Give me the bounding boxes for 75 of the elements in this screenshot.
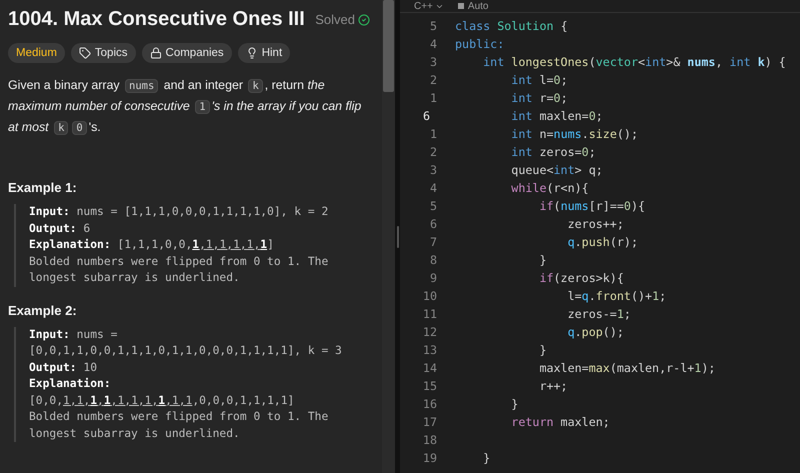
code-line: zeros-=1; <box>566 307 631 321</box>
code-line: int longestOnes(vector<int>& nums, int k) { <box>482 55 786 69</box>
code-line: class Solution { <box>455 19 568 33</box>
code-line: int maxlen=0; <box>510 109 603 123</box>
code-line: int l=0; <box>510 73 568 87</box>
status-label: Solved <box>315 12 355 27</box>
code-line: } <box>538 343 546 357</box>
code-line: int r=0; <box>510 91 568 105</box>
example-text: Output: 10 <box>29 360 98 376</box>
mode-label: Auto <box>468 0 488 12</box>
lightbulb-icon <box>246 47 258 59</box>
code-line: q.pop(); <box>566 325 624 339</box>
code-line: int zeros=0; <box>510 145 596 159</box>
code-line: while(r<n){ <box>510 181 589 195</box>
tag-button[interactable]: Hint <box>238 43 290 63</box>
line-number: 13 <box>422 343 437 357</box>
problem-title: 1004. Max Consecutive Ones III <box>8 8 305 31</box>
line-number: 5 <box>430 19 437 33</box>
code-line: queue<int> q; <box>510 163 603 177</box>
resize-handle[interactable] <box>396 226 398 248</box>
line-number: 1 <box>430 91 437 105</box>
line-number: 2 <box>430 145 437 159</box>
code-line: zeros++; <box>566 217 624 231</box>
code-line: if(zeros>k){ <box>538 271 624 285</box>
line-number: 3 <box>430 55 437 69</box>
example-heading: Example 1: <box>8 180 78 195</box>
line-number: 17 <box>422 415 437 429</box>
line-number: 12 <box>422 325 437 339</box>
line-number: 11 <box>422 307 437 321</box>
tag-icon <box>78 47 91 59</box>
language-dropdown[interactable]: C++ <box>414 0 444 12</box>
line-number: 14 <box>422 361 437 375</box>
example-text: Input: nums = [1,1,1,0,0,0,1,1,1,1,0], k = 2 <box>29 204 330 220</box>
tag-button[interactable]: Topics <box>70 43 136 63</box>
code-line: maxlen=max(maxlen,r-l+1); <box>538 361 716 375</box>
code-line: q.push(r); <box>566 235 638 249</box>
line-number: 7 <box>430 235 437 249</box>
example-text: Output: 6 <box>29 220 92 236</box>
tag-button[interactable]: Companies <box>142 43 232 63</box>
code-line: if(nums[r]==0){ <box>538 199 646 213</box>
line-number: 10 <box>422 289 437 303</box>
code-line: } <box>538 253 546 267</box>
lock-icon <box>150 47 162 59</box>
code-line: r++; <box>538 379 568 393</box>
line-number: 18 <box>422 433 437 447</box>
line-number: 6 <box>423 109 430 123</box>
check-circle-icon <box>358 14 370 26</box>
example-text: Explanation: [0,0,1,1,1,1,1,1,1,1,1,1,0,0,0,1,1,1,1] <box>29 376 296 408</box>
line-number: 16 <box>422 397 437 411</box>
line-number: 6 <box>430 217 437 231</box>
scrollbar-thumb[interactable] <box>383 0 394 92</box>
line-number: 5 <box>430 199 437 213</box>
line-number: 4 <box>430 37 437 51</box>
line-number: 19 <box>422 451 437 465</box>
line-number: 4 <box>430 181 437 195</box>
code-line: int n=nums.size(); <box>510 127 638 141</box>
code-line: public: <box>455 37 504 51</box>
code-line: } <box>482 451 490 465</box>
example-text: Bolded numbers were flipped from 0 to 1. The longest subarray is underlined. <box>29 254 330 286</box>
square-icon <box>458 3 464 9</box>
example-heading: Example 2: <box>8 302 78 318</box>
example-text: Explanation: [1,1,1,0,0,1,1,1,1,1,1] <box>29 237 275 253</box>
difficulty-label: Medium <box>8 43 65 63</box>
code-line: } <box>510 397 518 411</box>
problem-description: Given a binary array nums and an integer k , return the maximum number of consecutive 1 's in the array if you can flip at most k 0 's. <box>8 77 362 137</box>
line-number: 1 <box>430 127 437 141</box>
code-line: return maxlen; <box>510 415 610 429</box>
line-number: 9 <box>430 271 437 285</box>
example-text: Input: nums = [0,0,1,1,0,0,1,1,1,0,1,1,0,0,0,1,1,1,1], k = 3 <box>29 326 343 359</box>
line-number: 3 <box>430 163 437 177</box>
line-number: 8 <box>430 253 437 267</box>
line-number: 2 <box>430 73 437 87</box>
example-text: Bolded numbers were flipped from 0 to 1. The longest subarray is underlined. <box>29 409 330 442</box>
line-number: 15 <box>422 379 437 393</box>
code-line: l=q.front()+1; <box>566 289 666 303</box>
